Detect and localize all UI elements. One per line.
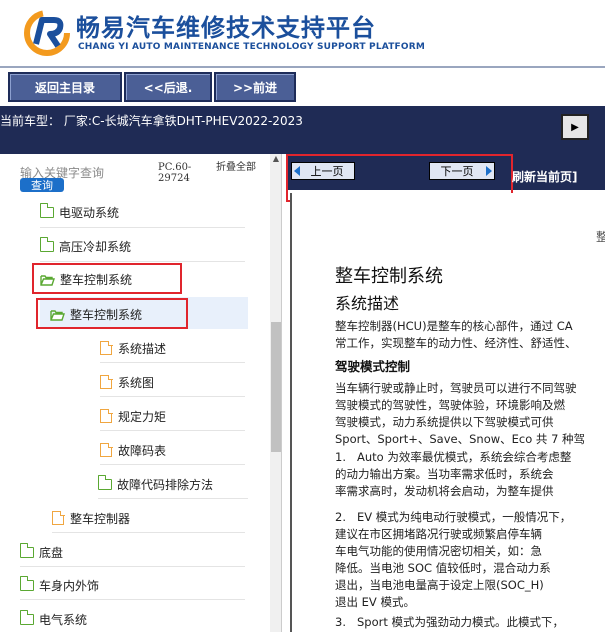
- page-header-mark: 整: [596, 230, 605, 244]
- navigation-bar: 返回主目录 <<后退. >>前进: [0, 66, 605, 106]
- doc-list-line: 率需求高时，发动机将会启动，为整车提供: [335, 484, 554, 498]
- folder-open-icon: [40, 274, 55, 286]
- forward-button[interactable]: >>前进: [214, 72, 296, 102]
- doc-paragraph-line: 当车辆行驶或静止时，驾驶员可以进行不同驾驶: [335, 381, 577, 395]
- doc-intro-line: 常工作，实现整车的动力性、经济性、舒适性、: [335, 336, 577, 350]
- app-header: 畅易汽车维修技术支持平台 CHANG YI AUTO MAINTENANCE T…: [0, 0, 605, 66]
- arrow-left-icon: [294, 166, 300, 176]
- tree-item-vehicle-controller[interactable]: 整车控制器: [52, 506, 130, 530]
- doc-subheading: 驾驶模式控制: [335, 359, 411, 374]
- scrollbar-thumb[interactable]: [271, 322, 281, 452]
- current-model-text: 当前车型： 厂家:C-长城汽车拿铁DHT-PHEV2022-2023: [0, 114, 303, 128]
- expand-panel-button[interactable]: ▶: [561, 114, 589, 140]
- doc-paragraph-line: Sport、Sport+、Save、Snow、Eco 共 7 种驾: [335, 432, 586, 446]
- tree-item-vehicle-control[interactable]: 整车控制系统: [40, 267, 132, 291]
- tree-item-vehicle-control-sub[interactable]: 整车控制系统: [50, 302, 142, 326]
- doc-title: 整车控制系统: [335, 266, 443, 287]
- brand-title: 畅易汽车维修技术支持平台: [76, 14, 376, 42]
- logo-icon: [24, 10, 70, 56]
- folder-icon: [97, 474, 112, 490]
- back-button[interactable]: <<后退.: [124, 72, 212, 102]
- collapse-all-button[interactable]: 折叠全部: [216, 162, 258, 173]
- document-icon: [100, 442, 113, 457]
- home-button[interactable]: 返回主目录: [8, 72, 122, 102]
- tree-item-dtc-troubleshooting[interactable]: 故障代码排除方法: [97, 472, 213, 496]
- tree-item-electric-drive[interactable]: 电驱动系统: [39, 200, 119, 224]
- tree-item-torque-spec[interactable]: 规定力矩: [100, 404, 166, 428]
- document-icon: [100, 374, 113, 389]
- scroll-up-icon[interactable]: ▲: [270, 154, 281, 166]
- folder-icon: [19, 542, 34, 558]
- doc-list-line: 建议在市区拥堵路况行驶或频繁启停车辆: [335, 527, 542, 541]
- doc-list-item: 2. EV 模式为纯电动行驶模式，一般情况下，: [335, 510, 572, 524]
- arrow-right-icon: [486, 166, 492, 176]
- document-icon: [100, 408, 113, 423]
- tree-item-dtc-table[interactable]: 故障码表: [100, 438, 166, 462]
- folder-icon: [19, 575, 34, 591]
- brand-subtitle: CHANG YI AUTO MAINTENANCE TECHNOLOGY SUP…: [78, 42, 426, 52]
- tree-item-chassis[interactable]: 底盘: [19, 540, 63, 564]
- model-bar: 当前车型： 厂家:C-长城汽车拿铁DHT-PHEV2022-2023: [0, 106, 605, 154]
- doc-list-line: 退出 EV 模式。: [335, 595, 415, 609]
- folder-icon: [39, 236, 54, 252]
- document-icon: [100, 340, 113, 355]
- folder-icon: [19, 609, 34, 625]
- prev-page-button[interactable]: 上一页: [291, 162, 355, 180]
- doc-section-title: 系统描述: [335, 294, 400, 313]
- tree-item-system-description[interactable]: 系统描述: [100, 336, 166, 360]
- folder-icon: [39, 202, 54, 218]
- doc-list-line: 的动力输出方案。当功率需求低时，系统会: [335, 467, 554, 481]
- refresh-page-link[interactable]: 刷新当前页]: [512, 168, 578, 185]
- doc-paragraph-line: 驾驶模式的驾驶性，驾驶体验，环境影响及燃: [335, 398, 565, 412]
- doc-list-item: 3. Sport 模式为强劲动力模式。此模式下，: [335, 615, 565, 629]
- doc-list-line: 车电气功能的使用情况密切相关，如：急: [335, 544, 542, 558]
- next-page-button[interactable]: 下一页: [429, 162, 495, 180]
- document-icon: [52, 510, 65, 525]
- doc-list-line: 降低。当电池 SOC 值较低时，混合动力系: [335, 561, 551, 575]
- folder-open-icon: [50, 309, 65, 321]
- pc-code: PC.60-29724: [158, 162, 192, 184]
- tree-item-hv-cooling[interactable]: 高压冷却系统: [39, 234, 131, 258]
- doc-paragraph-line: 驾驶模式，动力系统提供以下驾驶模式可供: [335, 415, 554, 429]
- search-button[interactable]: 查询: [20, 178, 64, 192]
- tree-item-electrical[interactable]: 电气系统: [19, 607, 87, 631]
- tree-item-body-trim[interactable]: 车身内外饰: [19, 573, 99, 597]
- play-icon: ▶: [571, 121, 579, 133]
- doc-list-line: 退出，当电池电量高于设定上限(SOC_H): [335, 578, 544, 592]
- tree-item-system-diagram[interactable]: 系统图: [100, 370, 154, 394]
- doc-intro-line: 整车控制器(HCU)是整车的核心部件，通过 CA: [335, 319, 573, 333]
- doc-list-item: 1. Auto 为效率最优模式，系统会综合考虑整: [335, 450, 572, 464]
